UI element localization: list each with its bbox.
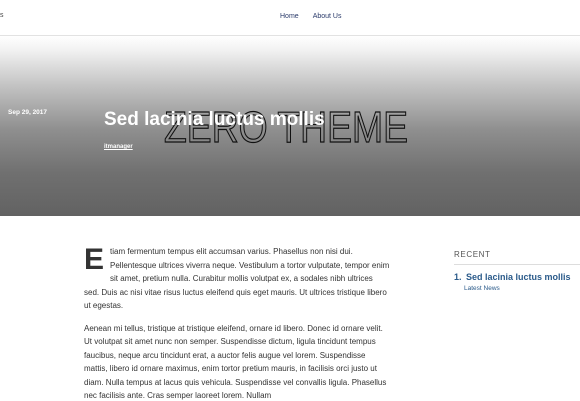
paragraph-1-text: tiam fermentum tempus elit accumsan vari… <box>84 247 390 310</box>
nav-about-link[interactable]: About Us <box>313 13 342 20</box>
site-title-fragment[interactable]: s <box>0 12 4 19</box>
drop-cap: E <box>84 243 105 276</box>
recent-post-item[interactable]: 1. Sed lacinia luctus mollis <box>454 272 580 282</box>
top-navbar: s Home About Us <box>0 0 580 36</box>
hero-banner: ZERO THEME Sep 29, 2017 Sed lacinia luct… <box>0 36 580 216</box>
recent-heading: RECENT <box>454 250 580 265</box>
article-body: Etiam fermentum tempus elit accumsan var… <box>84 245 390 401</box>
article-paragraph-1: Etiam fermentum tempus elit accumsan var… <box>84 245 390 313</box>
nav-home-link[interactable]: Home <box>280 13 299 20</box>
article-paragraph-2: Aenean mi tellus, tristique at tristique… <box>84 323 387 401</box>
recent-post-link[interactable]: Sed lacinia luctus mollis <box>466 272 571 282</box>
recent-post-category[interactable]: Latest News <box>464 285 580 292</box>
post-title[interactable]: Sed lacinia luctus mollis <box>104 109 325 131</box>
post-date: Sep 29, 2017 <box>8 109 48 116</box>
main-nav: Home About Us <box>280 13 341 20</box>
recent-item-number: 1. <box>454 272 462 282</box>
sidebar: RECENT 1. Sed lacinia luctus mollis Late… <box>454 250 580 292</box>
post-author-link[interactable]: itmanager <box>104 144 133 150</box>
